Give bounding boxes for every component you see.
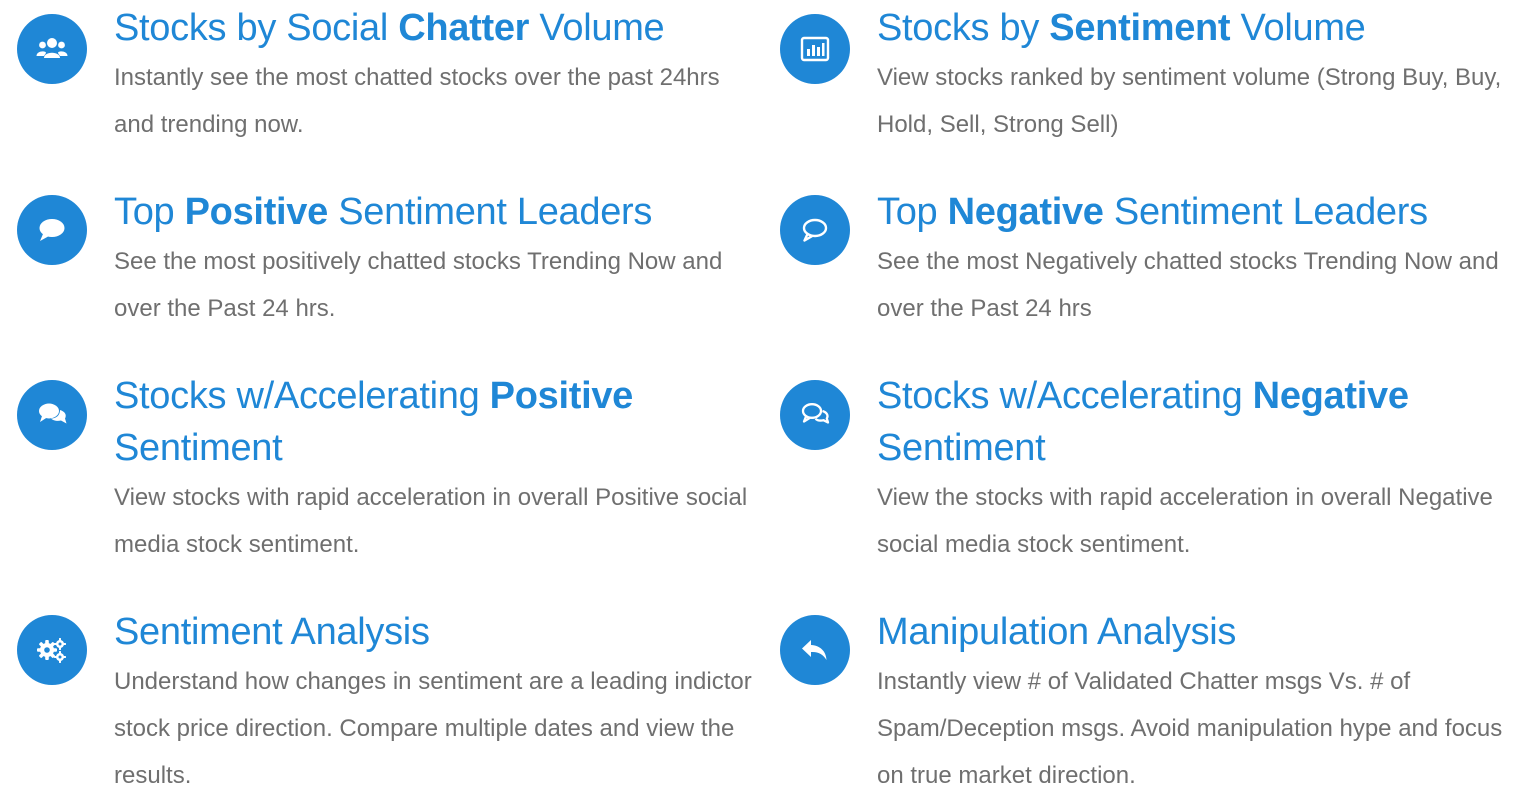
feature-title[interactable]: Top Positive Sentiment Leaders xyxy=(114,186,754,238)
feature-description: View stocks with rapid acceleration in o… xyxy=(114,484,748,558)
comment-icon xyxy=(17,195,87,265)
comments-icon xyxy=(17,380,87,450)
comments-outline-icon xyxy=(780,380,850,450)
feature-title[interactable]: Sentiment Analysis xyxy=(114,606,754,658)
feature-title[interactable]: Stocks by Social Chatter Volume xyxy=(114,2,754,54)
feature-title[interactable]: Stocks w/Accelerating Negative Sentiment xyxy=(877,370,1514,474)
feature-description: View stocks ranked by sentiment volume (… xyxy=(877,64,1502,138)
reply-icon xyxy=(780,615,850,685)
feature-description: View the stocks with rapid acceleration … xyxy=(877,484,1493,558)
feature-description: See the most Negatively chatted stocks T… xyxy=(877,248,1499,322)
feature-description: Instantly view # of Validated Chatter ms… xyxy=(877,668,1503,789)
feature-title[interactable]: Stocks w/Accelerating Positive Sentiment xyxy=(114,370,754,474)
comment-outline-icon xyxy=(780,195,850,265)
bar-chart-icon xyxy=(780,14,850,84)
feature-description: Instantly see the most chatted stocks ov… xyxy=(114,64,720,138)
feature-title[interactable]: Stocks by Sentiment Volume xyxy=(877,2,1514,54)
users-icon xyxy=(17,14,87,84)
feature-description: See the most positively chatted stocks T… xyxy=(114,248,723,322)
feature-title[interactable]: Top Negative Sentiment Leaders xyxy=(877,186,1514,238)
feature-description: Understand how changes in sentiment are … xyxy=(114,668,752,789)
feature-title[interactable]: Manipulation Analysis xyxy=(877,606,1514,658)
gears-icon xyxy=(17,615,87,685)
